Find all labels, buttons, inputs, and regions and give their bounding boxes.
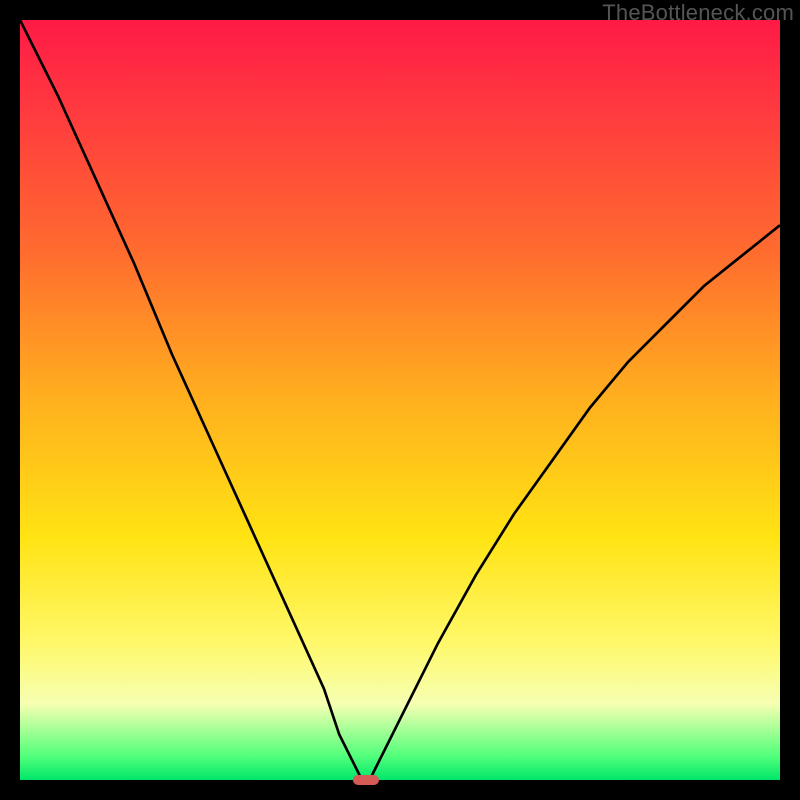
minimum-marker [353,775,379,785]
curve-svg [20,20,780,780]
chart-frame: TheBottleneck.com [0,0,800,800]
bottleneck-curve-right [370,225,780,780]
bottleneck-curve-left [20,20,362,780]
plot-area [20,20,780,780]
